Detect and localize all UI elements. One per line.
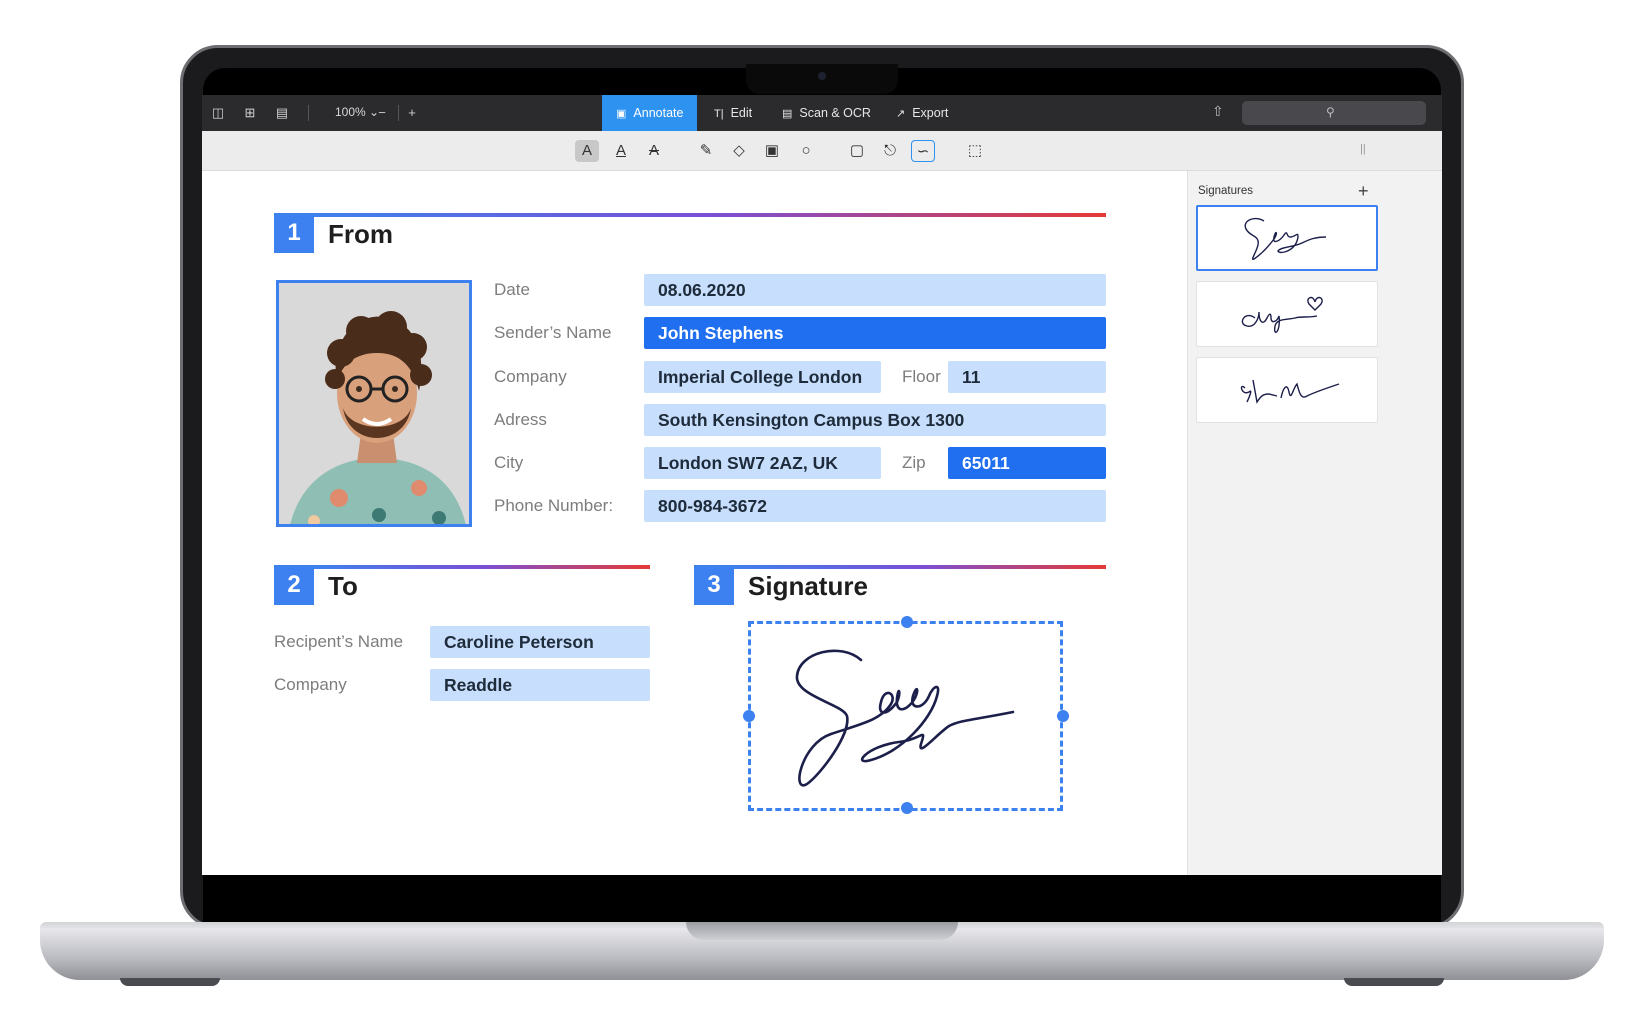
top-toolbar: ◫ ⊞ ▤ 100% ⌄ − + ▣ Annotate T| Edit ▤ Scan … <box>202 95 1442 131</box>
pen-icon[interactable]: ✎ <box>694 140 718 162</box>
company-field[interactable]: Imperial College London <box>644 361 881 393</box>
recipient-company-label: Company <box>274 675 347 694</box>
recipient-company-field[interactable]: Readdle <box>430 669 650 701</box>
comment-icon[interactable]: ▢ <box>845 140 869 162</box>
eraser-icon[interactable]: ◇ <box>727 140 751 162</box>
date-field[interactable]: 08.06.2020 <box>644 274 1106 306</box>
section-title-signature: Signature <box>748 571 868 601</box>
plus-icon[interactable]: + <box>1358 181 1369 202</box>
saved-signature-3[interactable] <box>1196 357 1378 423</box>
recipient-name-label: Recipent’s Name <box>274 632 404 651</box>
share-icon[interactable]: ⇧ <box>1212 103 1224 120</box>
scan-icon: ▤ <box>782 108 793 120</box>
zip-label: Zip <box>902 453 926 472</box>
section-rule <box>314 565 650 569</box>
sender-name-label: Sender’s Name <box>494 323 612 342</box>
recipient-name-field[interactable]: Caroline Peterson <box>430 626 650 658</box>
address-field[interactable]: South Kensington Campus Box 1300 <box>644 404 1106 436</box>
underline-text-icon[interactable]: A <box>609 140 633 162</box>
section-number: 1 <box>274 213 314 253</box>
section-rule <box>734 565 1106 569</box>
resize-handle-left[interactable] <box>743 710 755 722</box>
sender-name-field[interactable]: John Stephens <box>644 317 1106 349</box>
highlight-text-icon[interactable]: A <box>575 140 599 162</box>
signature-tool-icon[interactable]: ∽ <box>911 140 935 162</box>
search-input[interactable]: ⚲ <box>1242 101 1426 125</box>
shapes-icon[interactable]: ○ <box>794 140 818 162</box>
search-icon: ⚲ <box>1326 105 1335 119</box>
section-number: 2 <box>274 565 314 605</box>
laptop-foot <box>120 978 220 986</box>
section-rule <box>314 213 1106 217</box>
tab-scan-ocr[interactable]: ▤ Scan & OCR <box>768 95 885 131</box>
sender-photo <box>276 280 472 527</box>
tab-label: Edit <box>730 106 753 120</box>
signature-annotation[interactable] <box>743 616 1069 814</box>
annotate-icon: ▣ <box>616 108 627 120</box>
document-page: 1 From Date 08.06.2020 Sender’s Name Joh… <box>202 171 1187 875</box>
signature-drawing <box>795 649 1015 787</box>
resize-handle-top[interactable] <box>901 616 913 628</box>
annotation-toolbar: A A A ✎ ◇ ▣ ○ ▢ ⎋ ∽ ⬚ || <box>202 131 1442 171</box>
laptop-foot <box>1344 978 1444 986</box>
signature-thumbnail <box>1244 217 1327 261</box>
grid-view-icon[interactable]: ⊞ <box>242 105 258 121</box>
tab-edit[interactable]: T| Edit <box>700 95 766 131</box>
export-icon: ↗ <box>896 108 906 120</box>
tab-annotate[interactable]: ▣ Annotate <box>602 95 698 131</box>
signatures-panel: Signatures + <box>1187 171 1442 875</box>
floor-field[interactable]: 11 <box>948 361 1106 393</box>
stamp-icon[interactable]: ⎋ <box>878 140 902 162</box>
phone-field[interactable]: 800-984-3672 <box>644 490 1106 522</box>
app-window: ◫ ⊞ ▤ 100% ⌄ − + ▣ Annotate T| Edit ▤ Scan … <box>202 95 1442 875</box>
text-box-icon[interactable]: ▣ <box>760 140 784 162</box>
resize-handle-bottom[interactable] <box>901 802 913 814</box>
panel-title: Signatures <box>1198 185 1253 197</box>
laptop-mockup: ◫ ⊞ ▤ 100% ⌄ − + ▣ Annotate T| Edit ▤ Scan … <box>0 0 1644 1034</box>
date-label: Date <box>494 280 530 299</box>
tab-export[interactable]: ↗ Export <box>882 95 962 131</box>
tab-label: Annotate <box>633 106 684 120</box>
text-cursor-icon: T| <box>714 108 724 120</box>
resize-handle-right[interactable] <box>1057 710 1069 722</box>
section-number: 3 <box>694 565 734 605</box>
signature-thumbnail <box>1240 379 1340 404</box>
company-label: Company <box>494 367 567 386</box>
laptop-groove <box>686 922 958 940</box>
divider <box>308 105 309 121</box>
zoom-level: 100% <box>335 105 366 119</box>
zoom-out-icon[interactable]: − <box>374 105 390 121</box>
section-title-from: From <box>328 219 393 249</box>
saved-signature-1[interactable] <box>1196 205 1378 271</box>
section-title-to: To <box>328 571 358 601</box>
camera-notch <box>746 64 898 94</box>
saved-signature-2[interactable] <box>1196 281 1378 347</box>
tab-label: Export <box>912 106 949 120</box>
two-page-view-icon[interactable]: ▤ <box>274 105 290 121</box>
strikethrough-text-icon[interactable]: A <box>642 140 666 162</box>
phone-label: Phone Number: <box>494 496 614 515</box>
address-label: Adress <box>494 410 547 429</box>
tab-label: Scan & OCR <box>799 106 871 120</box>
city-field[interactable]: London SW7 2AZ, UK <box>644 447 881 479</box>
portrait-image <box>279 283 469 524</box>
resize-handle-icon[interactable]: || <box>1360 143 1366 155</box>
selection-icon[interactable]: ⬚ <box>963 140 987 162</box>
sidebar-toggle-icon[interactable]: ◫ <box>210 105 226 121</box>
zoom-dropdown[interactable]: 100% ⌄ <box>335 105 379 119</box>
zoom-in-icon[interactable]: + <box>404 105 420 121</box>
zip-field[interactable]: 65011 <box>948 447 1106 479</box>
city-label: City <box>494 453 524 472</box>
divider <box>398 105 399 121</box>
signature-thumbnail <box>1241 296 1323 334</box>
floor-label: Floor <box>902 367 941 386</box>
